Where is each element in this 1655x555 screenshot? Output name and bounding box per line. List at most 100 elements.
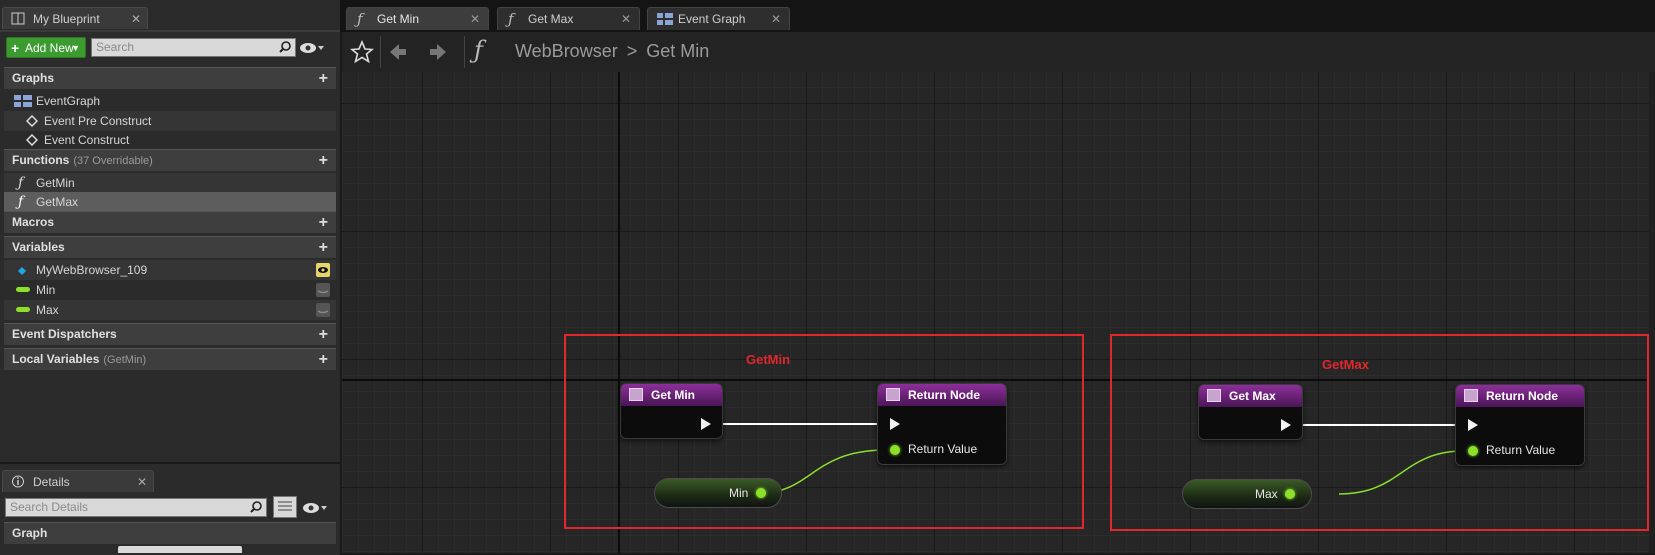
section-functions[interactable]: Functions (37 Overridable) + xyxy=(4,149,336,171)
search-details-placeholder: Search Details xyxy=(10,500,89,514)
eye-icon[interactable] xyxy=(302,501,328,515)
search-icon xyxy=(279,41,291,53)
close-icon[interactable]: ✕ xyxy=(621,8,631,30)
function-node-icon xyxy=(1464,389,1478,402)
node-header: Get Max xyxy=(1199,385,1302,407)
local-variables-scope: (GetMin) xyxy=(103,354,147,366)
details-tab[interactable]: Details ✕ xyxy=(2,470,154,492)
details-section-graph[interactable]: Graph xyxy=(4,522,336,544)
variable-output-pin[interactable] xyxy=(1285,489,1295,499)
section-macros[interactable]: Macros + xyxy=(4,211,336,233)
function-item-getmin[interactable]: ƒ GetMin xyxy=(4,173,336,193)
return-value-pin[interactable] xyxy=(1468,446,1478,456)
breadcrumb-root[interactable]: WebBrowser xyxy=(515,41,618,61)
breadcrumb-separator: > xyxy=(626,41,638,61)
function-icon: ƒ xyxy=(474,36,483,64)
pin-label: Return Value xyxy=(908,442,978,456)
star-icon[interactable] xyxy=(350,40,374,64)
variable-item-max[interactable]: Max xyxy=(4,300,336,320)
return-node-getmax[interactable]: Return Node Return Value xyxy=(1455,384,1585,466)
return-node-getmin[interactable]: Return Node Return Value xyxy=(877,383,1007,465)
section-event-dispatchers[interactable]: Event Dispatchers + xyxy=(4,323,336,345)
search-details-input[interactable]: Search Details xyxy=(5,498,267,517)
node-header: Get Min xyxy=(621,384,722,406)
function-entry-node-getmax[interactable]: Get Max xyxy=(1198,384,1303,440)
graph-canvas[interactable]: GetMin GetMax Get Min Return Node Return… xyxy=(342,72,1655,553)
close-icon[interactable]: ✕ xyxy=(137,471,147,493)
variable-item-label: Min xyxy=(36,283,56,297)
exec-output-pin[interactable] xyxy=(1281,419,1291,431)
graph-item-event-pre-construct[interactable]: Event Pre Construct xyxy=(4,111,336,131)
node-title: Return Node xyxy=(1486,389,1558,403)
forward-arrow-icon[interactable] xyxy=(426,40,450,64)
add-graph-button[interactable]: + xyxy=(319,68,328,89)
variable-node-label: Max xyxy=(1255,487,1278,501)
tab-get-max[interactable]: ƒ Get Max ✕ xyxy=(497,7,640,30)
close-icon[interactable]: ✕ xyxy=(470,8,480,30)
breadcrumb: WebBrowser > Get Min xyxy=(515,41,709,62)
close-icon[interactable]: ✕ xyxy=(771,8,781,30)
eye-icon[interactable] xyxy=(299,41,325,55)
event-diamond-icon xyxy=(26,134,38,146)
add-new-button[interactable]: + Add New ▼ xyxy=(6,37,86,58)
tab-label: Get Min xyxy=(377,12,420,26)
pin-label: Return Value xyxy=(1486,443,1556,457)
event-graph-icon xyxy=(14,95,32,107)
section-local-variables[interactable]: Local Variables (GetMin) + xyxy=(4,348,336,370)
toolbar-separator xyxy=(464,36,465,68)
chevron-down-icon: ▼ xyxy=(71,43,80,53)
visibility-eye-icon[interactable] xyxy=(316,263,330,277)
visibility-closed-eye-icon[interactable] xyxy=(316,283,330,297)
section-graphs[interactable]: Graphs + xyxy=(4,67,336,89)
search-placeholder: Search xyxy=(96,40,135,54)
description-field[interactable] xyxy=(118,546,242,553)
float-variable-icon xyxy=(16,307,30,312)
function-entry-node-getmin[interactable]: Get Min xyxy=(620,383,723,439)
property-matrix-icon[interactable] xyxy=(273,496,297,518)
variable-node-max[interactable]: Max xyxy=(1182,479,1312,509)
section-variables-label: Variables xyxy=(12,240,65,254)
add-function-button[interactable]: + xyxy=(319,150,328,171)
add-event-dispatcher-button[interactable]: + xyxy=(319,324,328,345)
object-variable-icon xyxy=(18,267,26,275)
variable-output-pin[interactable] xyxy=(756,488,766,498)
comment-title: GetMin xyxy=(746,352,791,367)
event-diamond-icon xyxy=(26,115,38,127)
section-graphs-label: Graphs xyxy=(12,71,55,85)
info-icon xyxy=(12,475,24,488)
plus-icon: + xyxy=(11,40,20,56)
visibility-closed-eye-icon[interactable] xyxy=(316,303,330,317)
variable-item-mywebbrowser[interactable]: MyWebBrowser_109 xyxy=(4,260,336,280)
variable-node-min[interactable]: Min xyxy=(654,478,782,508)
exec-input-pin[interactable] xyxy=(890,418,900,430)
add-macro-button[interactable]: + xyxy=(319,212,328,233)
graph-item-label: EventGraph xyxy=(36,94,101,108)
tab-label: Get Max xyxy=(528,12,574,26)
graph-item-event-construct[interactable]: Event Construct xyxy=(4,130,336,150)
search-input[interactable]: Search xyxy=(91,38,296,57)
section-variables[interactable]: Variables + xyxy=(4,236,336,258)
add-variable-button[interactable]: + xyxy=(319,237,328,258)
tab-get-min[interactable]: ƒ Get Min ✕ xyxy=(346,7,489,30)
tab-event-graph[interactable]: Event Graph ✕ xyxy=(647,7,790,30)
book-icon xyxy=(11,12,25,25)
section-functions-label: Functions xyxy=(12,153,70,167)
document-tab-bar: ƒ Get Min ✕ ƒ Get Max ✕ Event Graph ✕ xyxy=(340,0,1655,32)
graph-item-eventgraph[interactable]: EventGraph xyxy=(4,91,336,111)
exec-input-pin[interactable] xyxy=(1468,419,1478,431)
function-icon: ƒ xyxy=(357,10,363,28)
functions-overridable-count: (37 Overridable) xyxy=(73,155,153,167)
details-tab-label: Details xyxy=(33,475,70,489)
add-local-variable-button[interactable]: + xyxy=(319,349,328,370)
back-arrow-icon[interactable] xyxy=(386,40,410,64)
section-macros-label: Macros xyxy=(12,215,55,229)
exec-output-pin[interactable] xyxy=(701,418,711,430)
close-icon[interactable]: ✕ xyxy=(131,8,141,30)
variable-item-label: MyWebBrowser_109 xyxy=(36,263,148,277)
return-value-pin[interactable] xyxy=(890,445,900,455)
function-node-icon xyxy=(886,388,900,401)
function-item-getmax[interactable]: ƒ GetMax xyxy=(4,192,336,212)
my-blueprint-tab[interactable]: My Blueprint ✕ xyxy=(2,7,148,29)
variable-item-label: Max xyxy=(36,303,59,317)
variable-item-min[interactable]: Min xyxy=(4,280,336,300)
